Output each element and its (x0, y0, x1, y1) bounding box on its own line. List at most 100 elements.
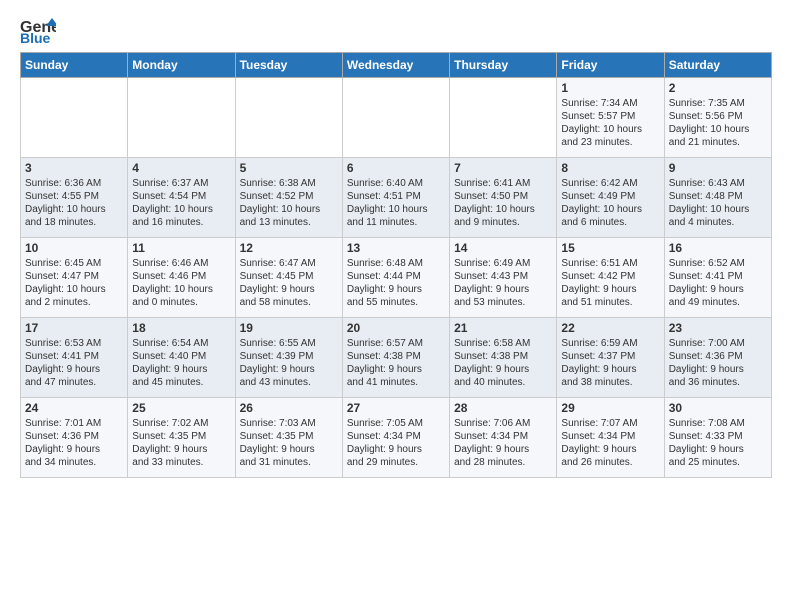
calendar: SundayMondayTuesdayWednesdayThursdayFrid… (20, 52, 772, 478)
day-info: and 2 minutes. (25, 296, 123, 309)
day-info: Sunrise: 6:53 AM (25, 337, 123, 350)
day-info: and 58 minutes. (240, 296, 338, 309)
day-cell: 7Sunrise: 6:41 AMSunset: 4:50 PMDaylight… (450, 158, 557, 238)
header-row: SundayMondayTuesdayWednesdayThursdayFrid… (21, 53, 772, 78)
day-cell: 28Sunrise: 7:06 AMSunset: 4:34 PMDayligh… (450, 398, 557, 478)
day-number: 30 (669, 401, 767, 415)
day-number: 17 (25, 321, 123, 335)
day-cell: 30Sunrise: 7:08 AMSunset: 4:33 PMDayligh… (664, 398, 771, 478)
day-info: Sunrise: 6:38 AM (240, 177, 338, 190)
day-info: and 40 minutes. (454, 376, 552, 389)
day-cell: 27Sunrise: 7:05 AMSunset: 4:34 PMDayligh… (342, 398, 449, 478)
day-cell: 25Sunrise: 7:02 AMSunset: 4:35 PMDayligh… (128, 398, 235, 478)
day-info: Sunset: 4:37 PM (561, 350, 659, 363)
day-number: 16 (669, 241, 767, 255)
day-info: Daylight: 9 hours (347, 363, 445, 376)
day-info: Sunset: 4:36 PM (669, 350, 767, 363)
day-number: 11 (132, 241, 230, 255)
day-info: Sunset: 5:57 PM (561, 110, 659, 123)
day-cell: 4Sunrise: 6:37 AMSunset: 4:54 PMDaylight… (128, 158, 235, 238)
day-info: Sunset: 4:40 PM (132, 350, 230, 363)
day-number: 28 (454, 401, 552, 415)
day-cell: 8Sunrise: 6:42 AMSunset: 4:49 PMDaylight… (557, 158, 664, 238)
day-info: Daylight: 10 hours (25, 203, 123, 216)
day-number: 2 (669, 81, 767, 95)
day-cell: 12Sunrise: 6:47 AMSunset: 4:45 PMDayligh… (235, 238, 342, 318)
day-number: 15 (561, 241, 659, 255)
header-day-tuesday: Tuesday (235, 53, 342, 78)
day-info: Sunrise: 6:48 AM (347, 257, 445, 270)
day-number: 10 (25, 241, 123, 255)
day-info: Sunset: 4:51 PM (347, 190, 445, 203)
day-info: Sunset: 4:35 PM (240, 430, 338, 443)
week-row-1: 3Sunrise: 6:36 AMSunset: 4:55 PMDaylight… (21, 158, 772, 238)
day-info: Sunrise: 6:49 AM (454, 257, 552, 270)
day-number: 4 (132, 161, 230, 175)
logo-icon: General Blue (20, 16, 56, 44)
day-cell: 5Sunrise: 6:38 AMSunset: 4:52 PMDaylight… (235, 158, 342, 238)
week-row-4: 24Sunrise: 7:01 AMSunset: 4:36 PMDayligh… (21, 398, 772, 478)
day-info: Daylight: 10 hours (561, 203, 659, 216)
day-info: Daylight: 9 hours (240, 283, 338, 296)
day-info: Daylight: 10 hours (25, 283, 123, 296)
day-cell: 6Sunrise: 6:40 AMSunset: 4:51 PMDaylight… (342, 158, 449, 238)
day-info: Daylight: 9 hours (25, 443, 123, 456)
day-info: Sunrise: 6:47 AM (240, 257, 338, 270)
day-info: Daylight: 9 hours (454, 283, 552, 296)
day-info: Sunset: 4:35 PM (132, 430, 230, 443)
day-info: Sunrise: 6:45 AM (25, 257, 123, 270)
day-cell: 22Sunrise: 6:59 AMSunset: 4:37 PMDayligh… (557, 318, 664, 398)
day-cell: 20Sunrise: 6:57 AMSunset: 4:38 PMDayligh… (342, 318, 449, 398)
day-info: and 23 minutes. (561, 136, 659, 149)
day-number: 21 (454, 321, 552, 335)
day-info: Sunset: 4:45 PM (240, 270, 338, 283)
day-number: 27 (347, 401, 445, 415)
day-number: 14 (454, 241, 552, 255)
day-info: and 43 minutes. (240, 376, 338, 389)
day-info: Daylight: 9 hours (561, 283, 659, 296)
day-info: and 49 minutes. (669, 296, 767, 309)
day-cell: 15Sunrise: 6:51 AMSunset: 4:42 PMDayligh… (557, 238, 664, 318)
day-info: Sunset: 4:39 PM (240, 350, 338, 363)
day-info: Sunrise: 7:01 AM (25, 417, 123, 430)
day-info: Sunrise: 7:03 AM (240, 417, 338, 430)
day-cell: 24Sunrise: 7:01 AMSunset: 4:36 PMDayligh… (21, 398, 128, 478)
header: General Blue (20, 16, 772, 44)
day-info: and 21 minutes. (669, 136, 767, 149)
day-number: 20 (347, 321, 445, 335)
week-row-2: 10Sunrise: 6:45 AMSunset: 4:47 PMDayligh… (21, 238, 772, 318)
svg-text:Blue: Blue (20, 30, 51, 44)
day-info: Sunset: 4:46 PM (132, 270, 230, 283)
day-info: and 6 minutes. (561, 216, 659, 229)
day-info: Sunrise: 6:43 AM (669, 177, 767, 190)
day-info: Sunrise: 6:52 AM (669, 257, 767, 270)
day-info: Sunset: 4:42 PM (561, 270, 659, 283)
day-cell: 2Sunrise: 7:35 AMSunset: 5:56 PMDaylight… (664, 78, 771, 158)
day-number: 18 (132, 321, 230, 335)
day-info: Daylight: 9 hours (561, 363, 659, 376)
day-info: Daylight: 9 hours (132, 443, 230, 456)
day-info: and 25 minutes. (669, 456, 767, 469)
day-info: Sunrise: 6:36 AM (25, 177, 123, 190)
day-number: 26 (240, 401, 338, 415)
day-info: Daylight: 9 hours (454, 363, 552, 376)
day-info: Sunset: 4:54 PM (132, 190, 230, 203)
day-cell: 1Sunrise: 7:34 AMSunset: 5:57 PMDaylight… (557, 78, 664, 158)
day-info: and 28 minutes. (454, 456, 552, 469)
day-info: and 45 minutes. (132, 376, 230, 389)
day-info: Sunrise: 6:54 AM (132, 337, 230, 350)
day-cell: 17Sunrise: 6:53 AMSunset: 4:41 PMDayligh… (21, 318, 128, 398)
week-row-3: 17Sunrise: 6:53 AMSunset: 4:41 PMDayligh… (21, 318, 772, 398)
day-info: Daylight: 9 hours (669, 363, 767, 376)
day-info: and 9 minutes. (454, 216, 552, 229)
day-info: Sunrise: 7:34 AM (561, 97, 659, 110)
day-number: 13 (347, 241, 445, 255)
day-info: Daylight: 9 hours (669, 443, 767, 456)
day-info: Daylight: 9 hours (561, 443, 659, 456)
day-cell: 9Sunrise: 6:43 AMSunset: 4:48 PMDaylight… (664, 158, 771, 238)
calendar-body: 1Sunrise: 7:34 AMSunset: 5:57 PMDaylight… (21, 78, 772, 478)
day-info: and 53 minutes. (454, 296, 552, 309)
day-number: 19 (240, 321, 338, 335)
day-cell: 10Sunrise: 6:45 AMSunset: 4:47 PMDayligh… (21, 238, 128, 318)
day-info: and 13 minutes. (240, 216, 338, 229)
